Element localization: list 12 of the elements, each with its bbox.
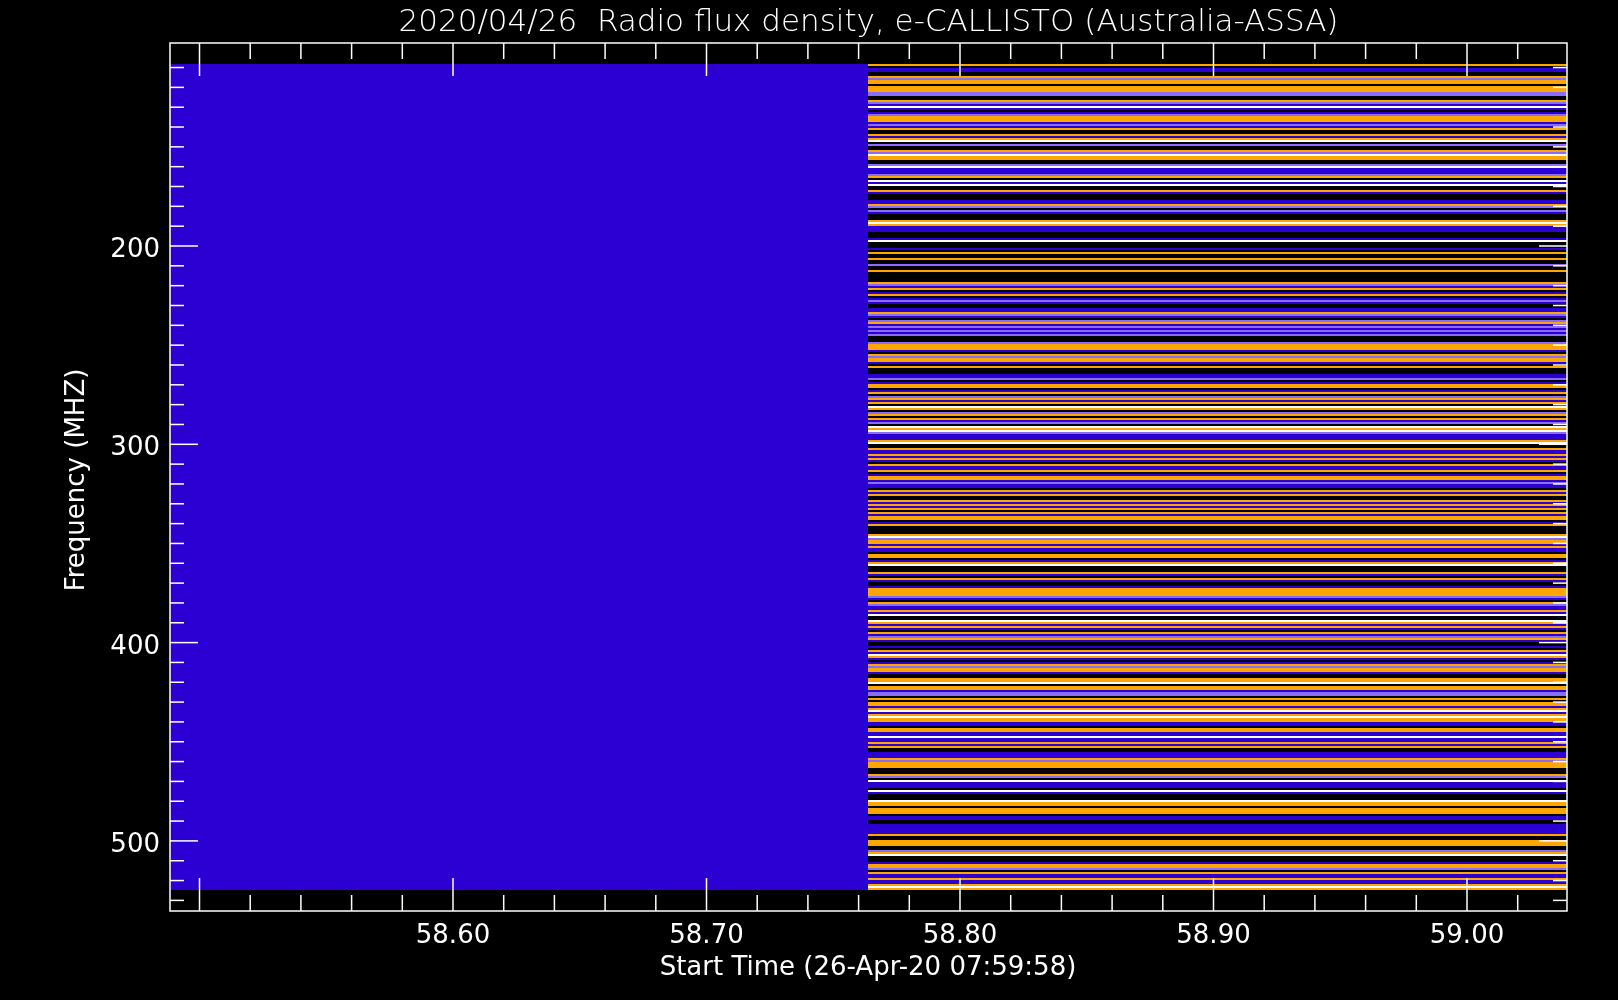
x-tick-label: 58.70	[669, 919, 744, 949]
x-tick-label: 58.90	[1176, 919, 1251, 949]
x-tick-label: 58.60	[415, 919, 491, 949]
y-tick-label: 200	[110, 233, 160, 263]
plot-title: 2020/04/26 Radio flux density, e-CALLISTO (Australia-ASSA)	[398, 2, 1339, 38]
y-axis-title: Frequency (MHZ)	[60, 368, 90, 592]
x-tick-label: 58.80	[922, 919, 998, 949]
x-tick-label: 59.00	[1429, 919, 1505, 949]
y-tick-label: 300	[110, 431, 160, 462]
x-axis-title: Start Time (26-Apr-20 07:59:58)	[659, 951, 1077, 981]
y-tick-label: 400	[110, 629, 160, 660]
y-tick-label: 500	[110, 827, 160, 858]
